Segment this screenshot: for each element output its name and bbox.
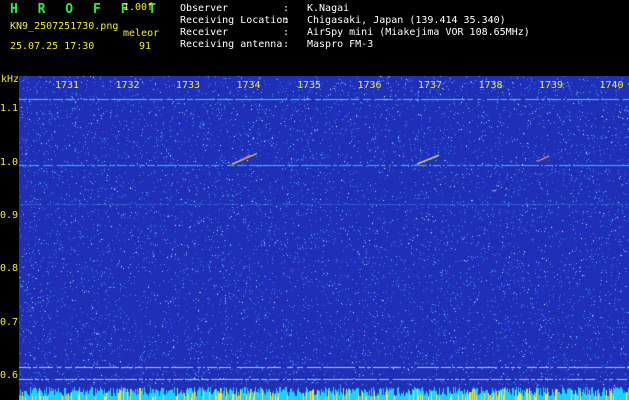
header-panel: H R O F F T 1.00f KN9_2507251730.png mel… bbox=[0, 0, 629, 76]
y-tick-label: 0.9 bbox=[0, 209, 19, 221]
spectrogram-canvas bbox=[19, 76, 629, 400]
info-value-location: Chigasaki, Japan (139.414 35.340) bbox=[307, 15, 506, 26]
meteor-count: 91 bbox=[139, 41, 152, 52]
x-tick-label: 1736 bbox=[357, 80, 382, 91]
x-tick-label: 1737 bbox=[417, 80, 443, 91]
info-colon: : bbox=[283, 3, 290, 14]
y-tick-label: 1.1 bbox=[0, 103, 19, 115]
x-tick-label: 1732 bbox=[115, 80, 140, 91]
x-tick-label: 1739 bbox=[538, 80, 564, 91]
info-colon: : bbox=[283, 27, 290, 38]
info-value-observer: K.Nagai bbox=[307, 3, 350, 14]
y-tick-label: 0.7 bbox=[0, 316, 19, 328]
info-value-antenna: Maspro FM-3 bbox=[307, 39, 374, 50]
x-tick-label: 1738 bbox=[478, 80, 503, 91]
x-tick-label: 1735 bbox=[296, 80, 322, 91]
info-value-receiver: AirSpy mini (Miakejima VOR 108.65MHz) bbox=[307, 27, 530, 38]
x-tick-label: 1731 bbox=[54, 80, 80, 91]
y-tick-label: 0.6 bbox=[0, 370, 19, 382]
mode-label: meleor bbox=[123, 28, 160, 39]
info-colon: : bbox=[283, 15, 290, 26]
x-tick-label: 1740 bbox=[599, 80, 624, 91]
y-tick-label: 1.0 bbox=[0, 156, 19, 168]
y-tick-label: 0.8 bbox=[0, 263, 19, 275]
spectrogram-area bbox=[19, 76, 629, 400]
info-key-receiver: Receiver bbox=[180, 27, 229, 38]
x-tick-label: 1734 bbox=[236, 80, 261, 91]
x-tick-label: 1733 bbox=[175, 80, 201, 91]
info-key-location: Receiving Location bbox=[180, 15, 289, 26]
y-axis-unit-label: kHz bbox=[1, 74, 20, 85]
file-name: KN9_2507251730.png bbox=[10, 21, 119, 32]
info-key-antenna: Receiving antenna bbox=[180, 39, 283, 50]
info-key-observer: Observer bbox=[180, 3, 229, 14]
capture-datetime: 25.07.25 17:30 bbox=[10, 41, 95, 52]
app-version: 1.00f bbox=[123, 2, 154, 13]
info-colon: : bbox=[283, 39, 290, 50]
